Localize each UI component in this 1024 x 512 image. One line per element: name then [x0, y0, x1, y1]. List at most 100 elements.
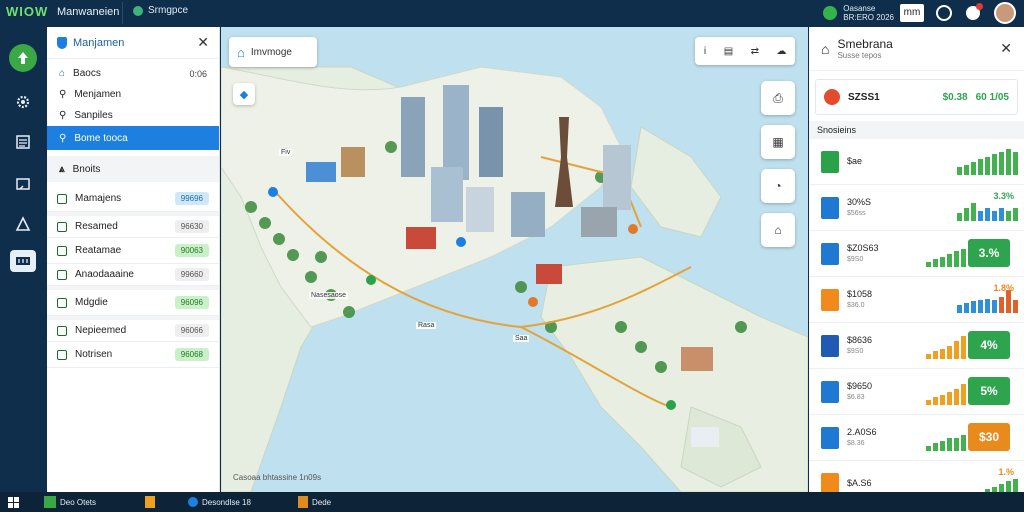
taskbar-app[interactable]: [145, 495, 155, 509]
stat-label: 30%S: [847, 196, 872, 207]
section-header: Snosieins: [809, 121, 1024, 139]
map-tool-button[interactable]: ⎙: [761, 81, 795, 115]
point-label: Resamed: [75, 221, 118, 232]
stat-row[interactable]: $1058 $36.0 1.8%: [809, 277, 1024, 323]
point-card[interactable]: Mdgdie 96096: [47, 290, 219, 316]
stat-label: $Z0S63: [847, 242, 879, 253]
layers-icon[interactable]: ▤: [724, 46, 733, 57]
stat-label: $8636: [847, 334, 873, 345]
mini-bar: [954, 250, 959, 267]
stat-sublabel: $56ss: [847, 209, 866, 217]
notifications-icon[interactable]: [966, 3, 983, 20]
home-icon[interactable]: [9, 44, 37, 72]
right-panel-header: ⌂ Smebrana Susse tepos ✕: [809, 27, 1024, 71]
map-canvas[interactable]: [221, 27, 808, 492]
account-line-2: BR:ERO 2026: [843, 13, 894, 22]
point-card[interactable]: Resamed 96630: [47, 216, 219, 238]
app-brand: WIOW: [6, 4, 49, 19]
left-menu-item[interactable]: ⚲ Sanpiles: [47, 105, 219, 126]
mini-bar-chart: [957, 148, 1018, 175]
avatar[interactable]: [994, 2, 1016, 24]
workspace-chip[interactable]: Srmgpce: [133, 5, 188, 16]
status-icon[interactable]: [823, 6, 838, 20]
right-panel: ⌂ Smebrana Susse tepos ✕ SZSS1 $0.38 60 …: [809, 27, 1024, 507]
mini-bar: [957, 212, 962, 221]
mini-bar: [1013, 299, 1018, 313]
stat-percent: 1.%: [998, 467, 1014, 477]
right-panel-subtitle: Susse tepos: [837, 51, 882, 60]
map-tool-button[interactable]: ▦: [761, 125, 795, 159]
alert-icon[interactable]: [11, 212, 35, 236]
stat-label-group: 30%S $56ss: [847, 197, 871, 219]
share-icon[interactable]: ⇄: [751, 46, 759, 57]
close-icon[interactable]: ✕: [1000, 40, 1012, 57]
stat-row[interactable]: $9650 $6.83 5%: [809, 369, 1024, 415]
report-icon[interactable]: [11, 172, 35, 196]
left-menu-item[interactable]: ⚲ Menjamen: [47, 84, 219, 105]
stat-sublabel: $9S0: [847, 255, 864, 263]
map-location-search[interactable]: ⌂ Imvmoge: [229, 37, 317, 67]
info-icon[interactable]: ⅰ: [704, 46, 707, 57]
mini-bar: [999, 296, 1004, 313]
point-badge: 90063: [174, 244, 209, 257]
top-bar: WIOW Manwaneien Srmgpce Oasanse BR:ERO 2…: [0, 0, 1024, 26]
map-mode-icon[interactable]: [10, 250, 36, 272]
point-card[interactable]: Notrisen 96068: [47, 342, 219, 368]
windows-icon: [8, 496, 19, 508]
taskbar-app[interactable]: Deo Otets: [44, 495, 96, 509]
summary-label: SZSS1: [848, 91, 880, 103]
mini-bar: [964, 207, 969, 221]
point-card[interactable]: Mamajens 99696: [47, 186, 219, 212]
cloud-icon[interactable]: ☁: [776, 46, 786, 57]
map-tool-button[interactable]: ◔: [761, 169, 795, 203]
point-icon: [57, 297, 67, 308]
point-card[interactable]: Reatamae 90063: [47, 238, 219, 264]
mini-bar: [947, 437, 952, 451]
taskbar-app[interactable]: Desondlse 18: [188, 495, 251, 509]
point-card[interactable]: Nepieemed 96066: [47, 320, 219, 342]
settings-icon[interactable]: [11, 90, 35, 114]
refresh-icon[interactable]: [936, 5, 952, 21]
mini-bar: [947, 345, 952, 359]
point-badge: 99696: [174, 192, 209, 205]
stat-row[interactable]: 2.A0S6 $8.36 $30: [809, 415, 1024, 461]
left-menu-item-selected[interactable]: ⚲ Bome tooca: [47, 126, 219, 150]
stat-row[interactable]: $Z0S63 $9S0 3.%: [809, 231, 1024, 277]
stat-percent: 1.8%: [993, 283, 1014, 293]
stat-label-group: $Z0S63 $9S0: [847, 243, 879, 265]
point-label: Mamajens: [75, 193, 122, 204]
stat-icon: [821, 334, 839, 357]
app-title: Manwaneien: [57, 6, 120, 18]
mini-bar: [940, 440, 945, 451]
folder-icon: [145, 496, 155, 508]
point-label: Mdgdie: [75, 297, 108, 308]
stat-label-group: $1058 $36.0: [847, 289, 872, 311]
stat-label: 2.A0S6: [847, 426, 877, 437]
point-card[interactable]: Anaodaaaine 99660: [47, 264, 219, 286]
left-panel-header: Manjamen ✕: [47, 27, 219, 59]
map-badge-icon[interactable]: ◆: [233, 83, 255, 105]
stat-row[interactable]: $8636 $9S0 4%: [809, 323, 1024, 369]
left-panel: Manjamen ✕ ⌂ Baocs 0:06 ⚲ Menjamen ⚲ San…: [47, 27, 220, 492]
section-title: Bnoits: [72, 163, 101, 175]
taskbar-app-label: Deo Otets: [60, 497, 97, 507]
mini-bar: [978, 210, 983, 221]
list-icon[interactable]: [11, 130, 35, 154]
shield-icon: [57, 36, 67, 49]
map-view[interactable]: ⌂ Imvmoge ⅰ ▤ ⇄ ☁ ◆ ⎙ ▦ ◔ ⌂ Fiv Nasesaos…: [221, 27, 808, 492]
stat-row[interactable]: $ae: [809, 139, 1024, 185]
close-icon[interactable]: ✕: [197, 34, 209, 51]
point-badge: 96068: [174, 348, 209, 361]
taskbar-app[interactable]: Dede: [298, 495, 331, 509]
stat-row[interactable]: 30%S $56ss 3.3%: [809, 185, 1024, 231]
map-tool-button[interactable]: ⌂: [761, 213, 795, 247]
view-toggle-button[interactable]: mm: [900, 4, 924, 22]
mini-bar: [971, 202, 976, 221]
search-icon: ⚲: [59, 132, 67, 144]
point-badge: 99660: [174, 268, 209, 281]
mini-bar: [971, 161, 976, 175]
home-outline-icon: ⌂: [821, 40, 830, 57]
left-menu-item[interactable]: ⌂ Baocs 0:06: [47, 63, 219, 84]
start-button[interactable]: [8, 495, 19, 509]
mini-bar: [933, 350, 938, 359]
